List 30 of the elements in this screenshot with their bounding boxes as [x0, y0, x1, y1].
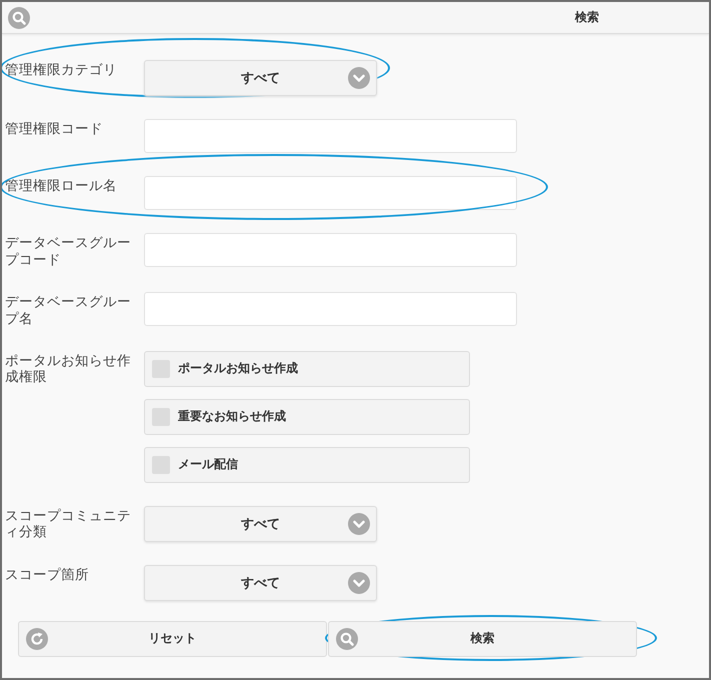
- dropdown[interactable]: すべて: [144, 506, 377, 542]
- field-label: スコープ箇所: [4, 566, 90, 584]
- caret-icon: [348, 512, 370, 534]
- field-label: 管理権限ロール名: [4, 177, 118, 195]
- input-field[interactable]: [144, 233, 517, 267]
- checkbox-option[interactable]: 重要なお知らせ作成: [144, 398, 470, 434]
- search-icon[interactable]: [8, 6, 30, 28]
- field-label: 管理権限コード: [4, 120, 104, 138]
- field-label: ポータルお知らせ作成権限: [4, 352, 132, 386]
- caret-icon: [348, 67, 370, 89]
- page-title: 検索: [575, 9, 599, 26]
- input-field[interactable]: [144, 119, 517, 153]
- checkbox-label: ポータルお知らせ作成: [178, 360, 298, 377]
- dropdown[interactable]: すべて: [144, 564, 377, 600]
- search-button[interactable]: 検索: [328, 620, 637, 656]
- checkbox-label: 重要なお知らせ作成: [178, 408, 286, 425]
- search-icon: [336, 628, 358, 650]
- caret-icon: [348, 572, 370, 594]
- field-label: データベースグループコード: [4, 234, 132, 269]
- reset-button[interactable]: リセット: [18, 620, 327, 656]
- dropdown[interactable]: すべて: [144, 60, 377, 96]
- refresh-icon: [26, 628, 48, 650]
- field-label: スコープコミュニティ分類: [4, 506, 132, 542]
- checkbox-option[interactable]: ポータルお知らせ作成: [144, 350, 470, 386]
- field-label: データベースグループ名: [4, 292, 132, 328]
- checkbox-label: メール配信: [178, 456, 238, 473]
- field-label: 管理権限カテゴリ: [4, 61, 118, 79]
- input-field[interactable]: [144, 292, 517, 326]
- checkbox-option[interactable]: メール配信: [144, 446, 470, 482]
- input-field[interactable]: [144, 176, 517, 210]
